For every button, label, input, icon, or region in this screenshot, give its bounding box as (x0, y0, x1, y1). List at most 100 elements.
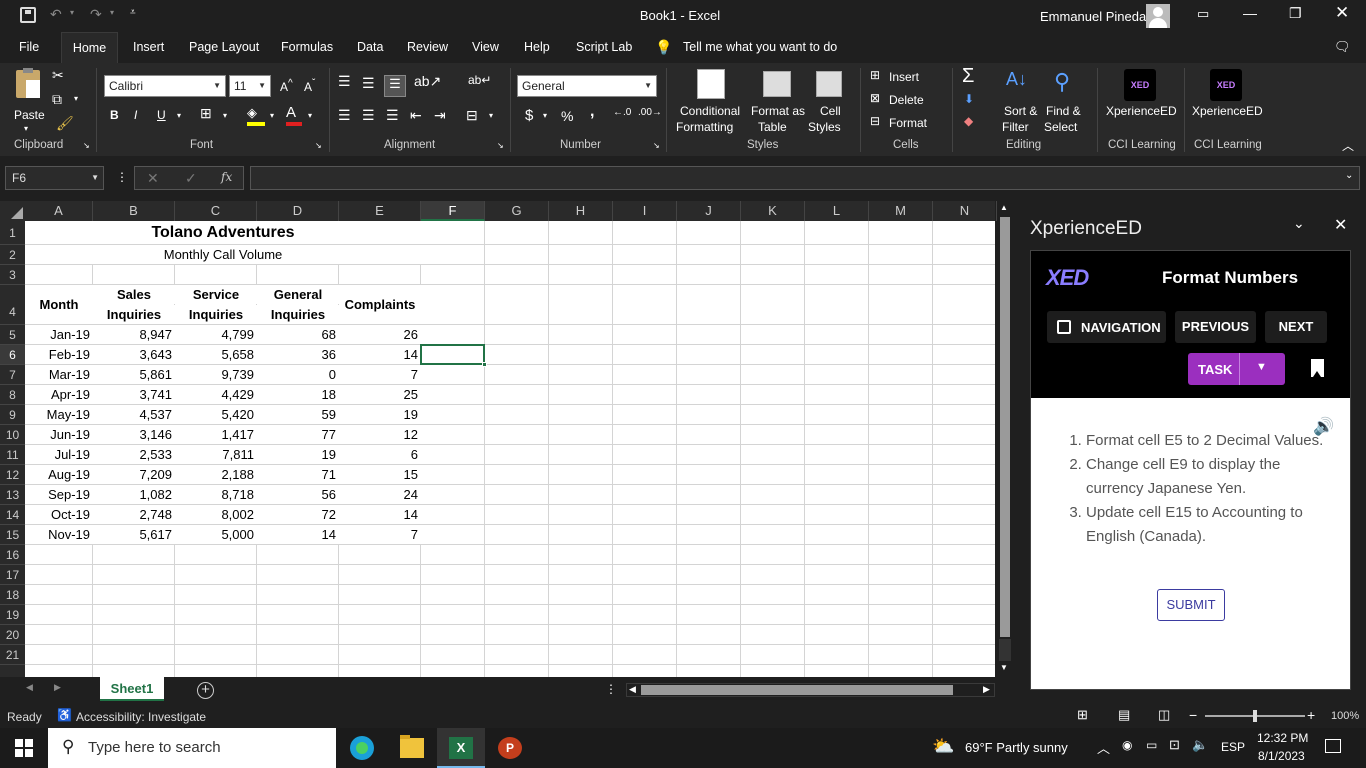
cell-month-r9[interactable]: May-19 (25, 405, 93, 424)
column-header-b[interactable]: B (93, 201, 175, 221)
merge-center-icon[interactable]: ⊟ (466, 107, 478, 124)
cell-month-r15[interactable]: Nov-19 (25, 525, 93, 544)
save-icon[interactable] (20, 7, 36, 23)
cell-sales-r9[interactable]: 4,537 (93, 405, 175, 424)
cell-general-r12[interactable]: 71 (257, 465, 339, 484)
cell-service-r12[interactable]: 2,188 (175, 465, 257, 484)
tab-file[interactable]: File (19, 32, 39, 63)
format-painter-icon[interactable]: 🖌 (56, 115, 74, 132)
tab-home[interactable]: Home (61, 32, 118, 63)
row-header-16[interactable]: 16 (0, 545, 25, 565)
header-month[interactable]: Month (25, 285, 93, 324)
column-header-f[interactable]: F (421, 201, 485, 221)
tab-page-layout[interactable]: Page Layout (189, 32, 259, 63)
column-header-h[interactable]: H (549, 201, 613, 221)
task-dropdown-icon[interactable]: ▼ (1256, 361, 1267, 373)
cell-sales-r10[interactable]: 3,146 (93, 425, 175, 444)
alignment-launcher-icon[interactable]: ↘ (497, 141, 504, 150)
clock-date[interactable]: 8/1/2023 (1258, 749, 1305, 763)
currency-dropdown-icon[interactable]: ▾ (543, 111, 547, 120)
cell-service-r9[interactable]: 5,420 (175, 405, 257, 424)
underline-icon[interactable]: U (157, 108, 166, 122)
cell-service-r10[interactable]: 1,417 (175, 425, 257, 444)
cell-month-r13[interactable]: Sep-19 (25, 485, 93, 504)
horizontal-scrollbar[interactable]: ◀ ▶ (626, 683, 995, 697)
increase-decimal-icon[interactable]: ←.0 (613, 107, 631, 118)
copy-dropdown-icon[interactable]: ▾ (74, 94, 78, 103)
battery-icon[interactable]: ▭ (1146, 738, 1157, 752)
scroll-left-icon[interactable]: ◀ (629, 684, 636, 695)
cell-service-r5[interactable]: 4,799 (175, 325, 257, 344)
collapse-ribbon-icon[interactable]: ︿ (1342, 137, 1354, 154)
cell-month-r12[interactable]: Aug-19 (25, 465, 93, 484)
cut-icon[interactable]: ✂ (52, 67, 64, 84)
bookmark-icon[interactable] (1311, 359, 1324, 377)
row-header-8[interactable]: 8 (0, 385, 25, 405)
column-header-j[interactable]: J (677, 201, 741, 221)
fill-color-dropdown-icon[interactable]: ▾ (270, 111, 274, 120)
task-button[interactable]: TASK ▼ (1188, 353, 1285, 385)
cell-general-r9[interactable]: 59 (257, 405, 339, 424)
minimize-icon[interactable]: — (1243, 5, 1257, 21)
next-button[interactable]: NEXT (1265, 311, 1327, 343)
ribbon-display-icon[interactable]: ▭ (1197, 6, 1209, 22)
font-color-icon[interactable]: A (286, 104, 302, 126)
close-window-icon[interactable]: ✕ (1335, 3, 1349, 23)
cell-service-r6[interactable]: 5,658 (175, 345, 257, 364)
undo-icon[interactable]: ↶ (50, 6, 62, 23)
row-header-20[interactable]: 20 (0, 625, 25, 645)
zoom-level[interactable]: 100% (1331, 710, 1359, 722)
insert-function-icon[interactable]: fx (221, 170, 232, 184)
row-header-21[interactable]: 21 (0, 645, 25, 665)
cell-sales-r8[interactable]: 3,741 (93, 385, 175, 404)
column-header-n[interactable]: N (933, 201, 997, 221)
tab-split-icon[interactable]: ⋮ (605, 682, 617, 696)
header-general-2[interactable]: Inquiries (257, 305, 339, 324)
delete-cells-icon[interactable]: ⊠ (870, 91, 880, 105)
clock-time[interactable]: 12:32 PM (1257, 731, 1308, 745)
edge-icon[interactable] (350, 736, 374, 760)
row-header-2[interactable]: 2 (0, 245, 25, 265)
add-sheet-icon[interactable]: + (197, 682, 214, 699)
cell-complaints-r12[interactable]: 15 (339, 465, 421, 484)
decrease-font-icon[interactable]: Aˇ (304, 78, 315, 94)
sheet-tab-sheet1[interactable]: Sheet1 (100, 677, 164, 701)
column-header-k[interactable]: K (741, 201, 805, 221)
powerpoint-icon[interactable]: P (498, 737, 522, 759)
row-header-10[interactable]: 10 (0, 425, 25, 445)
language-indicator[interactable]: ESP (1221, 740, 1245, 754)
tab-script-lab[interactable]: Script Lab (576, 32, 632, 63)
increase-indent-icon[interactable]: ⇥ (434, 107, 446, 124)
row-header-3[interactable]: 3 (0, 265, 25, 285)
cancel-entry-icon[interactable]: ✕ (147, 170, 159, 187)
undo-dropdown-icon[interactable]: ▾ (70, 8, 74, 17)
cell-month-r5[interactable]: Jan-19 (25, 325, 93, 344)
header-complaints[interactable]: Complaints (339, 285, 421, 324)
conditional-formatting-button[interactable]: Conditional Formatting (672, 67, 750, 137)
cell-sales-r11[interactable]: 2,533 (93, 445, 175, 464)
cell-complaints-r7[interactable]: 7 (339, 365, 421, 384)
cell-complaints-r15[interactable]: 7 (339, 525, 421, 544)
top-align-icon[interactable]: ☰ (338, 73, 351, 90)
show-hidden-icons-icon[interactable]: ︿ (1097, 738, 1110, 757)
pane-options-icon[interactable]: ⌄ (1293, 215, 1305, 232)
cell-complaints-r6[interactable]: 14 (339, 345, 421, 364)
cell-styles-button[interactable]: Cell Styles (806, 67, 852, 137)
column-header-l[interactable]: L (805, 201, 869, 221)
confirm-entry-icon[interactable]: ✓ (185, 170, 197, 187)
cell-service-r11[interactable]: 7,811 (175, 445, 257, 464)
cell-general-r10[interactable]: 77 (257, 425, 339, 444)
cell-sales-r5[interactable]: 8,947 (93, 325, 175, 344)
weather-icon[interactable]: ⛅ (932, 736, 954, 757)
network-icon[interactable]: ⊡ (1169, 737, 1180, 753)
insert-cells-button[interactable]: Insert (889, 70, 919, 84)
cell-month-r8[interactable]: Apr-19 (25, 385, 93, 404)
copy-icon[interactable]: ⧉ (52, 91, 62, 108)
cell-sales-r15[interactable]: 5,617 (93, 525, 175, 544)
row-header-12[interactable]: 12 (0, 465, 25, 485)
cell-complaints-r13[interactable]: 24 (339, 485, 421, 504)
column-header-d[interactable]: D (257, 201, 339, 221)
scroll-right-icon[interactable]: ▶ (983, 684, 990, 695)
accessibility-status[interactable]: Accessibility: Investigate (76, 710, 206, 724)
cell-complaints-r14[interactable]: 14 (339, 505, 421, 524)
